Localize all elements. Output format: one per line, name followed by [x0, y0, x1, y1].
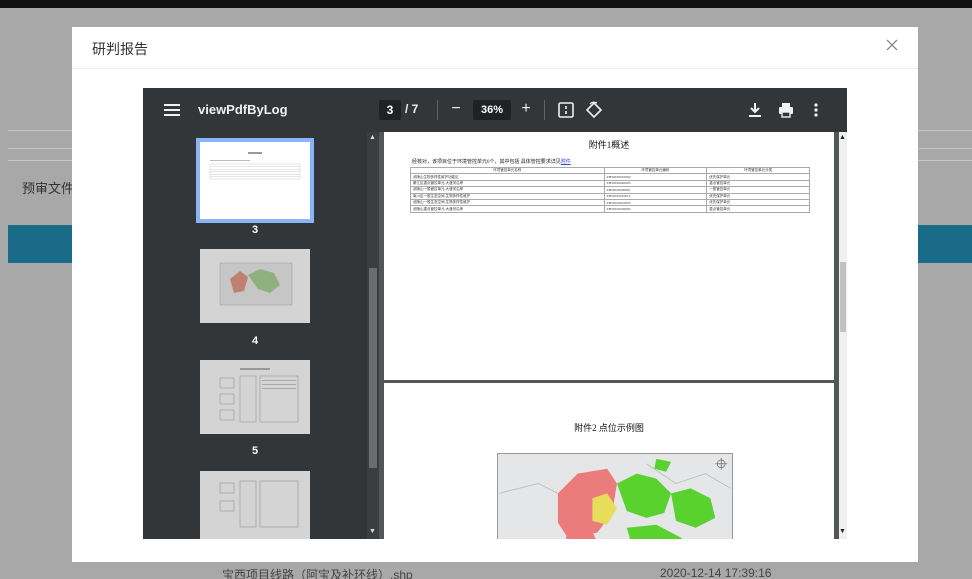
page-heading: 附件1概述 [588, 140, 630, 150]
pdf-document-area: 附件1概述 经核对，该项目位于环境管控单元6个，其中包括 具体管控要求详见附件 … [379, 132, 847, 539]
report-modal: 研判报告 viewPdfByLog 3 / 7 − 36% + 3 4 5 ▲ … [72, 27, 918, 562]
document-scrollbar-thumb[interactable] [840, 262, 846, 332]
document-scrollbar[interactable] [839, 132, 847, 539]
document-scroll-down-icon[interactable]: ▼ [839, 528, 846, 535]
thumbnail-preview [209, 152, 301, 180]
intro-link[interactable]: 附件 [561, 160, 571, 165]
bg-file-name: 宝西项目线路（阿宝及补环线）.shp [222, 568, 413, 579]
page-thumbnail[interactable] [200, 471, 310, 539]
zoom-in-icon[interactable]: + [517, 100, 535, 118]
close-icon[interactable] [884, 37, 900, 53]
control-unit-table: 环境管控单元名称 环境管控单元编码 环境管控单元分类 武陵山生物多样性维护功能区… [410, 166, 810, 213]
location-map-image [497, 453, 733, 539]
page-intro-text: 经核对，该项目位于环境管控单元6个，其中包括 具体管控要求详见附件 [412, 158, 571, 165]
intro-text: 经核对，该项目位于环境管控单元6个，其中包括 具体管控要求详见 [412, 160, 561, 165]
thumbnail-preview [219, 368, 299, 423]
table-cell: ZH50010020002 [603, 205, 708, 213]
sidebar-scroll-down-icon[interactable]: ▼ [369, 528, 376, 535]
fit-to-page-icon[interactable] [557, 101, 575, 119]
download-icon[interactable] [747, 101, 763, 119]
print-icon[interactable] [777, 101, 795, 119]
pdf-viewer: viewPdfByLog 3 / 7 − 36% + 3 4 5 ▲ ▼ 附件1… [143, 88, 847, 539]
pdf-page: 附件1概述 经核对，该项目位于环境管控单元6个，其中包括 具体管控要求详见附件 … [384, 132, 834, 380]
app-top-bar [0, 0, 972, 8]
page-number-input[interactable]: 3 [379, 100, 401, 120]
thumbnail-page-number: 4 [251, 335, 259, 347]
page-thumbnail[interactable] [196, 138, 314, 223]
hamburger-menu-icon[interactable] [163, 101, 181, 119]
document-scroll-up-icon[interactable]: ▲ [839, 134, 846, 141]
modal-header: 研判报告 [72, 27, 918, 69]
table-cell: 重点管控单元 [706, 205, 810, 213]
thumbnail-preview [219, 480, 299, 528]
page-thumbnail[interactable] [200, 360, 310, 434]
modal-title: 研判报告 [92, 41, 148, 57]
sidebar-scroll-up-icon[interactable]: ▲ [369, 134, 376, 141]
thumbnail-preview [219, 262, 293, 306]
table-cell: 武陵山重点管控单元-大渡河沿岸 [410, 205, 605, 213]
more-vert-icon[interactable] [811, 101, 821, 119]
zoom-input[interactable]: 36% [473, 100, 511, 120]
bg-section-label: 预审文件 [22, 181, 75, 196]
toolbar-divider [437, 100, 438, 120]
page-thumbnail[interactable] [200, 249, 310, 323]
pdf-document-title: viewPdfByLog [198, 102, 288, 117]
thumbnail-page-number: 3 [251, 224, 259, 236]
page-heading: 附件2 点位示例图 [574, 423, 644, 433]
zoom-out-icon[interactable]: − [447, 100, 465, 118]
pdf-page: 附件2 点位示例图 [384, 383, 834, 539]
table-row: 武陵山重点管控单元-大渡河沿岸 ZH50010020002 重点管控单元 [410, 205, 810, 213]
rotate-icon[interactable] [585, 101, 603, 119]
sidebar-scrollbar-thumb[interactable] [369, 268, 377, 468]
pdf-toolbar: viewPdfByLog 3 / 7 − 36% + [143, 88, 847, 132]
thumbnail-sidebar: 3 4 5 [143, 132, 379, 539]
toolbar-divider [544, 100, 545, 120]
thumbnail-page-number: 5 [251, 445, 259, 457]
bg-file-timestamp: 2020-12-14 17:39:16 [660, 566, 772, 579]
total-pages: / 7 [405, 102, 419, 116]
